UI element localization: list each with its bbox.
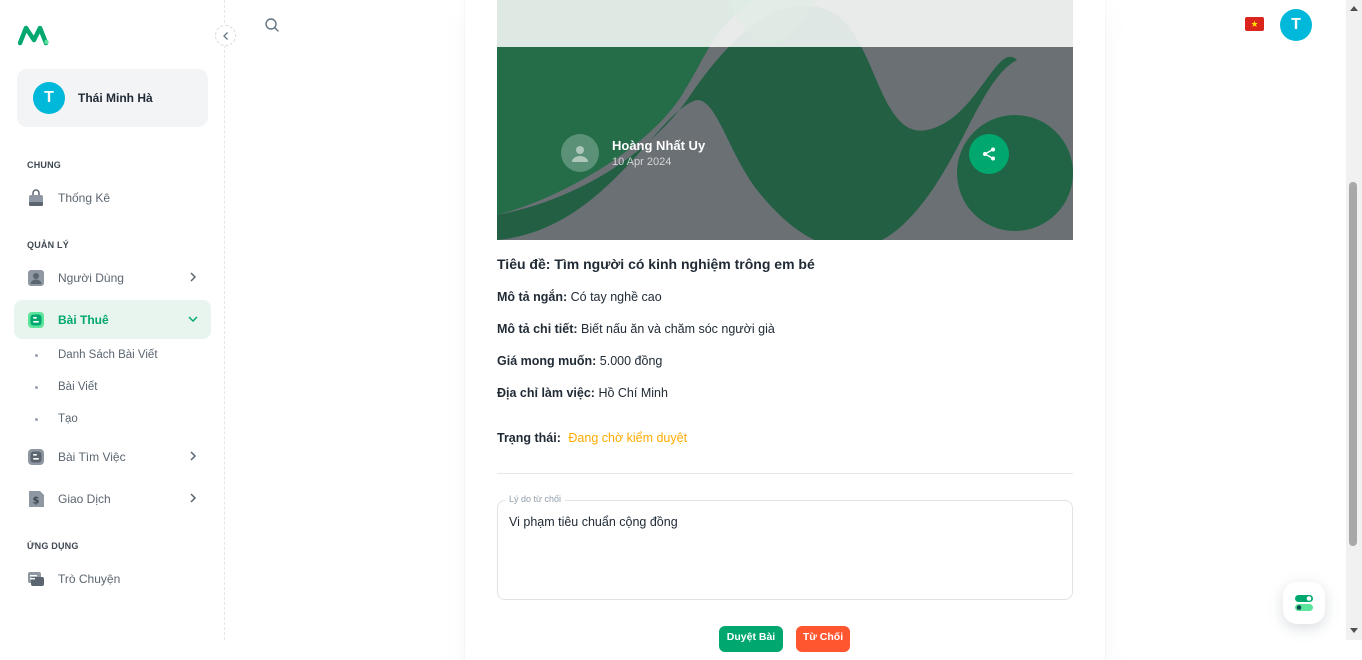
approve-button[interactable]: Duyệt Bài (719, 626, 783, 652)
status-badge: Đang chờ kiểm duyệt (568, 431, 688, 445)
sidebar-item-transactions[interactable]: $ Giao Dịch (14, 479, 211, 518)
author-info: Hoàng Nhất Uy 10 Apr 2024 (561, 134, 705, 172)
section-manage: QUẢN LÝ (27, 240, 69, 250)
svg-text:$: $ (33, 495, 40, 506)
sidebar-item-stats[interactable]: Thống Kê (14, 178, 211, 217)
bullet (35, 353, 38, 357)
status-field: Trạng thái: Đang chờ kiểm duyệt (497, 431, 687, 445)
sidebar-item-label: Bài Tìm Việc (58, 449, 126, 464)
post-date: 10 Apr 2024 (612, 156, 672, 168)
detail-desc-label: Mô tả chi tiết: (497, 322, 578, 336)
avatar: T (33, 82, 65, 114)
collapse-sidebar-button[interactable] (215, 25, 236, 46)
user-card[interactable]: T Thái Minh Hà (17, 69, 208, 127)
scrollbar-thumb[interactable] (1349, 182, 1357, 546)
sub-item-post[interactable]: Bài Viết (35, 381, 97, 393)
bag-icon (27, 188, 45, 207)
short-desc-value: Có tay nghề cao (570, 290, 662, 304)
reject-button[interactable]: Từ Chối (796, 626, 850, 652)
language-flag-icon[interactable]: ★ (1245, 17, 1264, 31)
sidebar-item-label: Giao Dịch (58, 491, 111, 506)
person-icon (572, 146, 588, 162)
divider (497, 473, 1073, 474)
sidebar-item-chat[interactable]: Trò Chuyện (14, 559, 211, 598)
sidebar-item-label: Thống Kê (58, 190, 111, 205)
sub-item-post-list[interactable]: Danh Sách Bài Viết (35, 349, 158, 361)
author-avatar (561, 134, 599, 172)
sidebar: T Thái Minh Hà CHUNG Thống Kê QUẢN LÝ Ng… (0, 0, 225, 640)
sub-item-label: Danh Sách Bài Viết (58, 349, 158, 361)
chevron-right-icon (190, 272, 197, 282)
sub-item-create[interactable]: Tạo (35, 413, 78, 425)
bullet (35, 417, 38, 421)
bullet (35, 385, 38, 389)
reject-reason-label: Lý do từ chối (505, 494, 566, 504)
author-name: Hoàng Nhất Uy (612, 138, 706, 153)
share-icon (983, 147, 995, 161)
sub-item-label: Bài Viết (58, 381, 98, 393)
chevron-left-icon (222, 31, 228, 40)
section-apps: ỨNG DỤNG (27, 541, 79, 551)
title-label: Tiêu đề: (497, 256, 551, 272)
sidebar-item-label: Trò Chuyện (58, 571, 121, 586)
cover-top-overlay (497, 0, 1073, 47)
status-label: Trạng thái: (497, 431, 561, 445)
section-general: CHUNG (27, 160, 61, 170)
sidebar-item-label: Bài Thuê (58, 312, 109, 327)
search-icon[interactable] (263, 16, 281, 34)
chevron-down-icon (188, 316, 198, 323)
share-button[interactable] (969, 134, 1009, 174)
toggle-settings-icon (1295, 595, 1313, 611)
chevron-right-icon (190, 493, 197, 503)
logo-icon[interactable] (18, 24, 50, 46)
sidebar-item-job-posts[interactable]: Bài Tìm Việc (14, 437, 211, 476)
short-desc-label: Mô tả ngắn: (497, 290, 568, 304)
scroll-down-arrow-icon[interactable] (1350, 628, 1358, 633)
sub-item-label: Tạo (58, 413, 78, 425)
sidebar-item-users[interactable]: Người Dùng (14, 258, 211, 297)
invoice-icon: $ (27, 490, 45, 508)
account-avatar[interactable]: T (1280, 9, 1312, 41)
price-value: 5.000 đồng (599, 354, 663, 368)
post-title: Tiêu đề: Tìm người có kinh nghiệm trông … (497, 256, 815, 272)
blog-icon (27, 448, 45, 466)
short-desc-field: Mô tả ngắn: Có tay nghề cao (497, 290, 662, 304)
address-label: Địa chỉ làm việc: (497, 386, 595, 400)
detail-desc-field: Mô tả chi tiết: Biết nấu ăn và chăm sóc … (497, 322, 775, 336)
user-name: Thái Minh Hà (78, 91, 153, 105)
reject-reason-input[interactable]: Vi phạm tiêu chuẩn cộng đồng (497, 500, 1073, 600)
price-label: Giá mong muốn: (497, 354, 597, 368)
settings-button[interactable] (1283, 582, 1325, 624)
address-field: Địa chỉ làm việc: Hồ Chí Minh (497, 386, 668, 400)
scroll-up-arrow-icon[interactable] (1350, 6, 1358, 11)
sidebar-item-label: Người Dùng (58, 270, 124, 285)
address-value: Hồ Chí Minh (598, 386, 668, 400)
title-value: Tìm người có kinh nghiệm trông em bé (554, 256, 815, 272)
user-icon (27, 269, 45, 287)
detail-desc-value: Biết nấu ăn và chăm sóc người già (581, 322, 775, 336)
chevron-right-icon (190, 451, 197, 461)
sidebar-item-rent-posts[interactable]: Bài Thuê (14, 300, 211, 339)
price-field: Giá mong muốn: 5.000 đồng (497, 354, 662, 368)
chat-icon (27, 570, 45, 588)
blog-icon (27, 311, 45, 329)
